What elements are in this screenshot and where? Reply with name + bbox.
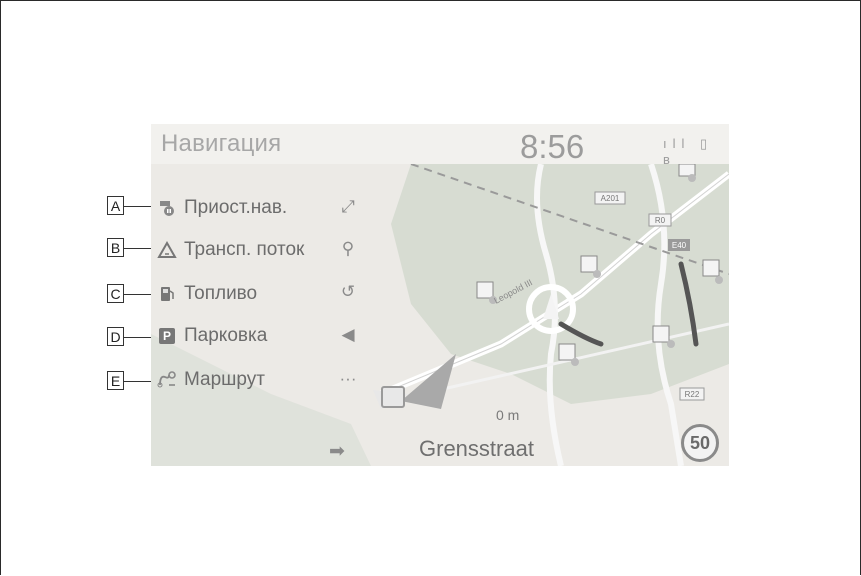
fullscreen-button[interactable]: ⤢ <box>335 194 361 220</box>
search-button[interactable]: ⚲ <box>335 236 361 262</box>
status-bar: Навигация 8:56 ıll ▯ ʙ <box>151 124 729 167</box>
traffic-icon <box>157 240 177 260</box>
menu-label-pause-guidance: Приост.нав. <box>184 197 288 218</box>
turn-arrow-icon: ➡ <box>329 441 345 462</box>
road-label-e40: E40 <box>672 241 687 250</box>
menu-item-pause-guidance[interactable]: Приост.нав. <box>157 194 287 222</box>
more-icon: ··· <box>339 369 357 388</box>
menu-item-traffic[interactable]: Трансп. поток <box>157 236 304 264</box>
menu-label-traffic: Трансп. поток <box>184 239 305 260</box>
road-label-r22: R22 <box>685 390 700 399</box>
route-icon <box>157 370 177 390</box>
reroute-icon: ↺ <box>340 282 356 301</box>
menu-item-fuel[interactable]: Топливо <box>157 280 257 308</box>
callout-d: D <box>107 327 124 346</box>
more-button[interactable]: ··· <box>335 366 361 392</box>
menu-label-fuel: Топливо <box>184 283 258 304</box>
menu-label-route: Маршрут <box>184 369 265 390</box>
status-glyphs: ıll ▯ ʙ <box>663 136 714 167</box>
road-label-r0: R0 <box>655 216 666 225</box>
app-title: Навигация <box>161 130 282 157</box>
status-icons: ıll ▯ ʙ <box>663 136 729 167</box>
clock: 8:56 <box>520 128 585 165</box>
current-street: Grensstraat <box>419 436 534 461</box>
callout-b: B <box>107 238 124 257</box>
callout-c: C <box>107 284 124 303</box>
menu-label-parking: Парковка <box>184 325 268 346</box>
fullscreen-icon: ⤢ <box>341 197 355 216</box>
menu-item-route[interactable]: Маршрут <box>157 366 265 394</box>
speed-limit-sign: 50 <box>681 424 719 462</box>
reroute-button[interactable]: ↺ <box>335 279 361 305</box>
callout-a: A <box>107 196 124 215</box>
distance-to-turn: 0 m <box>496 407 520 423</box>
parking-icon: P <box>157 326 177 346</box>
fuel-icon <box>157 284 177 304</box>
pause-guidance-icon <box>157 198 177 218</box>
lane-icon <box>381 386 405 408</box>
parking-glyph: P <box>159 328 175 344</box>
search-icon: ⚲ <box>341 239 355 258</box>
road-label-a201: A201 <box>601 194 620 203</box>
volume-icon: ◀ <box>341 325 355 344</box>
volume-button[interactable]: ◀ <box>335 322 361 348</box>
menu-item-parking[interactable]: P Парковка <box>157 322 267 350</box>
navigation-screen: A201 R0 E40 R22 Leopold III Навигация 8:… <box>151 124 729 466</box>
callout-e: E <box>107 371 124 390</box>
